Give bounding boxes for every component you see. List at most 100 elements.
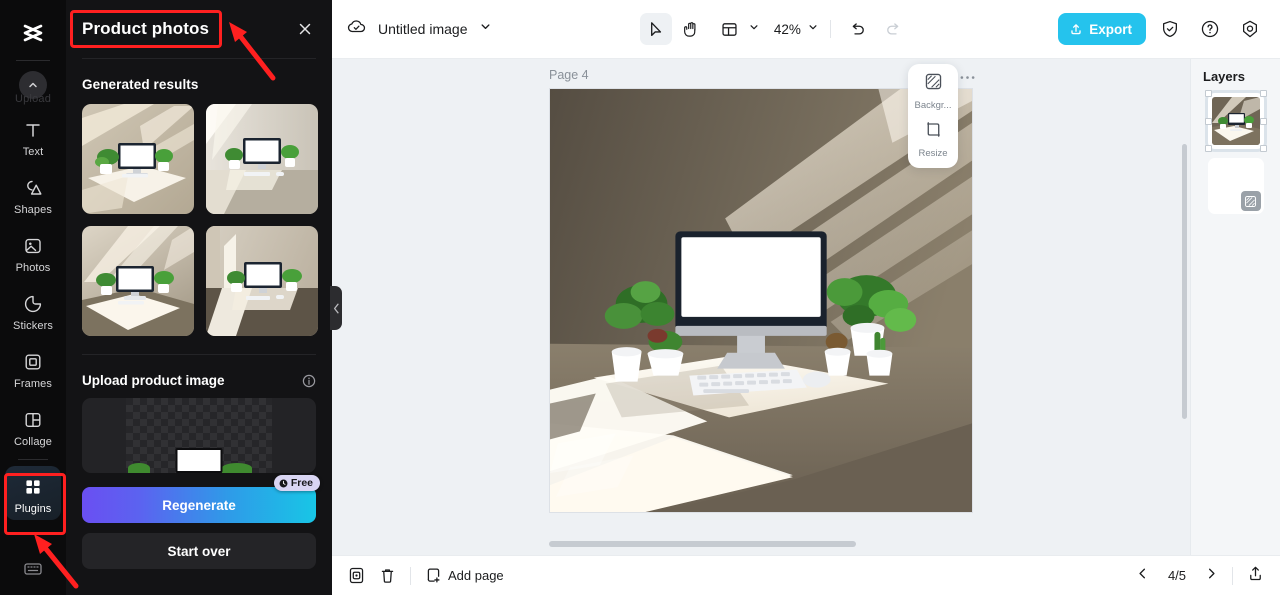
zoom-level[interactable]: 42% [766, 22, 803, 37]
trash-icon[interactable] [379, 567, 396, 584]
zoom-chevron-down-icon[interactable] [807, 20, 819, 38]
sidebar-item-stickers[interactable]: Stickers [5, 283, 61, 337]
upload-icon[interactable] [1247, 565, 1264, 587]
cloud-saved-icon[interactable] [346, 16, 367, 42]
canvas-horizontal-scrollbar[interactable] [549, 541, 856, 547]
page-layout-icon [714, 13, 746, 45]
hand-pan-tool[interactable] [676, 13, 708, 45]
plant-fragment-left [128, 463, 150, 473]
background-icon [924, 72, 943, 96]
sidebar-item-text[interactable]: Text [5, 109, 61, 163]
export-button[interactable]: Export [1058, 13, 1146, 45]
clock-icon [279, 479, 288, 487]
keyboard-shortcuts-icon[interactable] [22, 558, 44, 585]
more-horizontal-icon[interactable] [960, 67, 975, 85]
regenerate-button[interactable]: Regenerate Free [82, 475, 320, 523]
generated-result-thumbnail[interactable] [82, 226, 194, 336]
info-icon[interactable] [302, 374, 316, 388]
page-indicator: 4/5 [1167, 568, 1187, 583]
layer-item-background[interactable] [1207, 158, 1264, 214]
canvas-vertical-scrollbar[interactable] [1182, 144, 1187, 419]
layers-title: Layers [1203, 69, 1245, 84]
selection-handle [1259, 90, 1267, 97]
duplicate-icon[interactable] [348, 567, 365, 584]
selection-handle [1204, 145, 1212, 152]
undo-button[interactable] [842, 13, 874, 45]
export-upload-icon [1071, 24, 1081, 35]
sidebar-item-plugins[interactable]: Plugins [5, 466, 61, 520]
selection-handle [1204, 118, 1212, 125]
rail-divider-2 [18, 459, 48, 460]
generated-results-title: Generated results [82, 77, 199, 92]
add-page-label: Add page [448, 568, 504, 583]
generated-result-thumbnail[interactable] [82, 104, 194, 214]
add-page-button[interactable]: Add page [425, 567, 504, 584]
export-button-label: Export [1089, 21, 1132, 37]
resize-tool[interactable]: Resize [910, 120, 956, 159]
chevron-down-icon[interactable] [479, 20, 492, 38]
add-page-icon [427, 568, 440, 583]
stickers-icon [21, 292, 45, 316]
plugins-icon [21, 475, 45, 499]
sidebar-item-collage-label: Collage [13, 436, 52, 448]
panel-header: Product photos [66, 0, 332, 58]
selection-handle [1204, 90, 1212, 97]
shapes-icon [21, 176, 45, 200]
sidebar-item-shapes[interactable]: Shapes [5, 167, 61, 221]
upload-section-header: Upload product image [82, 373, 316, 388]
help-circle-icon[interactable] [1194, 13, 1226, 45]
page-layout-tool[interactable] [712, 13, 762, 45]
layer-thumbnail [1211, 97, 1260, 145]
regenerate-button-label: Regenerate [162, 497, 236, 513]
capcut-logo-icon[interactable] [16, 16, 50, 50]
prev-page-button[interactable] [1136, 567, 1149, 585]
start-over-button[interactable]: Start over [82, 533, 316, 569]
sidebar-item-text-label: Text [22, 146, 44, 158]
layer-item-image[interactable] [1204, 90, 1267, 152]
resize-icon [924, 120, 943, 144]
background-tool-label: Backgr... [914, 100, 952, 111]
uploaded-product-preview[interactable] [82, 398, 316, 473]
app-root: Upload Text Shapes Photos Stickers Frame… [0, 0, 1280, 595]
floating-object-toolbar: Backgr... Resize [908, 64, 958, 168]
page-navigation: 4/5 [1136, 565, 1264, 587]
bottom-toolbar: Add page 4/5 [332, 555, 1280, 595]
settings-gear-icon[interactable] [1234, 13, 1266, 45]
generated-result-thumbnail[interactable] [206, 226, 318, 336]
free-badge: Free [273, 475, 320, 491]
main-area: Untitled image 42% Export Page 4 Backgr.… [332, 0, 1280, 595]
product-screen-cutout [175, 448, 223, 473]
next-page-button[interactable] [1205, 567, 1218, 585]
page-title: Product photos [82, 19, 209, 38]
close-icon[interactable] [294, 18, 316, 40]
generated-results-grid [82, 104, 318, 336]
topbar-left: Untitled image [346, 16, 492, 42]
sidebar-item-collage[interactable]: Collage [5, 399, 61, 453]
background-tool[interactable]: Backgr... [910, 72, 956, 111]
editor-stage: Page 4 Backgr... Resize Layers [332, 59, 1280, 555]
panel-collapse-handle[interactable] [330, 286, 342, 330]
rail-items: Upload Text Shapes Photos Stickers Frame… [0, 67, 66, 558]
sidebar-item-plugins-label: Plugins [14, 503, 52, 515]
sidebar-item-frames[interactable]: Frames [5, 341, 61, 395]
page-label: Page 4 [549, 68, 589, 82]
background-icon [1240, 191, 1261, 211]
topbar-right: Export [1058, 13, 1266, 45]
toolbar-separator [829, 20, 831, 38]
sidebar-item-photos[interactable]: Photos [5, 225, 61, 279]
selection-handle [1259, 118, 1267, 125]
shield-check-icon[interactable] [1154, 13, 1186, 45]
rail-bottom [22, 558, 44, 595]
redo-button[interactable] [878, 13, 910, 45]
canvas-area[interactable]: Page 4 Backgr... Resize [332, 59, 1190, 555]
section-divider [82, 354, 316, 355]
plant-fragment-right [222, 463, 252, 473]
rail-divider [16, 60, 50, 61]
cursor-select-tool[interactable] [639, 13, 672, 45]
panel-body: Generated results Upload product image R… [66, 59, 332, 595]
document-title[interactable]: Untitled image [378, 21, 468, 37]
bottom-separator [1232, 566, 1233, 585]
frames-icon [21, 350, 45, 374]
top-toolbar: Untitled image 42% Export [332, 0, 1280, 59]
generated-result-thumbnail[interactable] [206, 104, 318, 214]
